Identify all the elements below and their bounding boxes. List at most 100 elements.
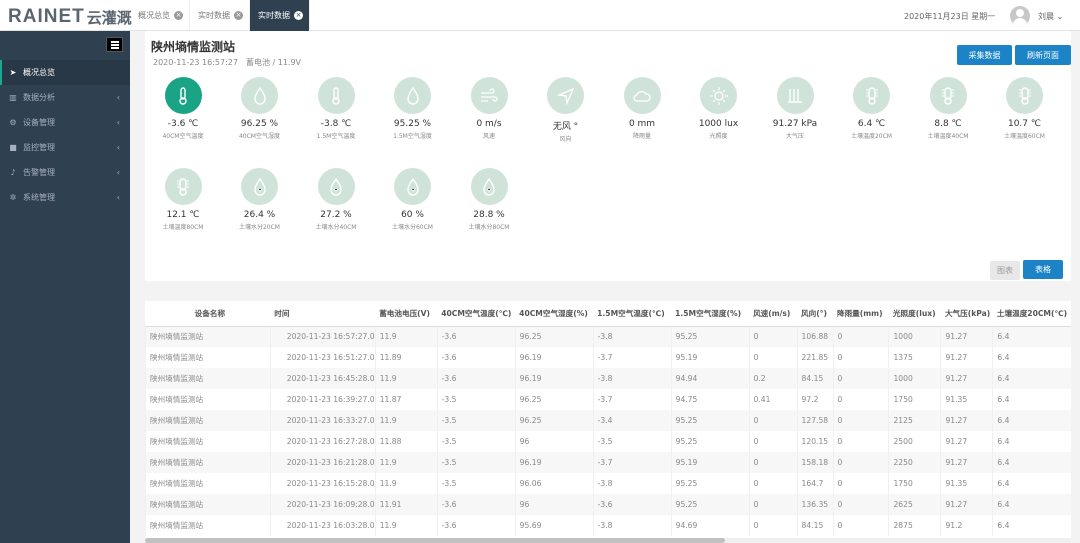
column-header[interactable]: 风速(m/s): [749, 301, 798, 327]
metric-card: 28.8 % 土壤水分80CM: [451, 168, 527, 231]
tab-realtime-1[interactable]: 实时数据 ×: [190, 0, 250, 31]
table-cell: 0: [748, 410, 798, 431]
close-icon[interactable]: ×: [294, 11, 303, 20]
sidebar-item-analysis[interactable]: ▥ 数据分析 ‹: [0, 85, 130, 110]
column-header[interactable]: 风向(°): [797, 301, 833, 327]
column-header[interactable]: 1.5M空气温度(℃): [593, 301, 672, 327]
table-cell: 96: [514, 431, 594, 452]
table-cell: -3.8: [592, 515, 672, 536]
chart-view-button[interactable]: 图表: [990, 261, 1020, 280]
table-row[interactable]: 陕州墒情监测站 2020-11-23 16:33:27.0 11.9 -3.5 96.2…: [145, 410, 1071, 431]
table-cell: 2875: [888, 515, 941, 536]
data-table-container: 设备名称 时间 蓄电池电压(V) 40CM空气温度(℃) 40CM空气湿度(%) 1.5M…: [145, 301, 1071, 543]
tab-overview[interactable]: 概况总览 ×: [130, 0, 190, 31]
table-cell: 2625: [888, 494, 941, 515]
table-cell: -3.5: [436, 389, 516, 410]
avatar[interactable]: [1010, 6, 1030, 26]
table-cell: 95.69: [514, 515, 594, 536]
video-camera-icon: ■: [9, 142, 17, 152]
sidebar-item-label: 概况总览: [23, 68, 55, 77]
column-header[interactable]: 土壤温度20CM(℃): [992, 301, 1071, 327]
column-header[interactable]: 40CM空气湿度(%): [515, 301, 594, 327]
table-row[interactable]: 陕州墒情监测站 2020-11-23 16:09:28.0 11.91 -3.6 96-…: [145, 494, 1071, 515]
chevron-left-icon: ‹: [116, 143, 120, 152]
table-cell: 11.9: [374, 326, 438, 347]
column-header[interactable]: 1.5M空气湿度(%): [671, 301, 750, 327]
table-row[interactable]: 陕州墒情监测站 2020-11-23 16:51:27.0 11.89 -3.6 96.…: [145, 347, 1071, 368]
metric-label: 40CM空气湿度: [238, 133, 280, 140]
soil-moisture-icon: [317, 168, 355, 205]
sidebar-item-alarms[interactable]: ♪ 告警管理 ‹: [0, 160, 130, 185]
tab-label: 实时数据: [198, 11, 230, 20]
metric-label: 1.5M空气湿度: [393, 133, 432, 140]
table-cell: 95.25: [670, 326, 750, 347]
metric-card: 6.4 ℃ 土壤温度20CM: [834, 77, 910, 140]
sidebar-item-monitor[interactable]: ■ 监控管理 ‹: [0, 135, 130, 160]
metric-value: 1000 lux: [698, 119, 739, 129]
metric-label: 土壤水分20CM: [238, 224, 280, 231]
table-cell: 2020-11-23 16:21:28.0: [269, 452, 376, 473]
horizontal-scrollbar[interactable]: [145, 538, 1071, 543]
metric-card: 60 % 土壤水分60CM: [375, 168, 451, 231]
table-row[interactable]: 陕州墒情监测站 2020-11-23 16:45:28.0 11.9 -3.6 96.1…: [145, 368, 1071, 389]
column-header[interactable]: 光照度(lux): [888, 301, 941, 327]
soil-moisture-icon: [394, 168, 431, 205]
table-row[interactable]: 陕州墒情监测站 2020-11-23 16:27:28.0 11.88 -3.5 96-…: [145, 431, 1071, 452]
collect-data-button[interactable]: 采集数据: [957, 45, 1012, 65]
sidebar-item-devices[interactable]: ⚙ 设备管理 ‹: [0, 110, 130, 135]
metric-label: 土壤温度20CM: [850, 133, 892, 140]
table-cell: 95.25: [670, 410, 750, 431]
metric-card: 91.27 kPa 大气压: [757, 77, 833, 140]
table-cell: 96.19: [514, 368, 594, 389]
table-row[interactable]: 陕州墒情监测站 2020-11-23 16:03:28.0 11.9 -3.6 95.6…: [145, 515, 1071, 536]
scrollbar-thumb[interactable]: [145, 538, 725, 543]
table-row[interactable]: 陕州墒情监测站 2020-11-23 16:57:27.0 11.9 -3.6 96.2…: [145, 326, 1071, 347]
table-cell: 6.4: [992, 452, 1071, 473]
table-cell: 0: [748, 431, 798, 452]
table-cell: -3.8: [592, 326, 672, 347]
table-cell: 91.27: [940, 494, 993, 515]
soil-temp-icon: [853, 77, 890, 114]
tab-realtime-2[interactable]: 实时数据 ×: [250, 0, 310, 31]
table-cell: 2020-11-23 16:57:27.0: [269, 326, 376, 347]
table-cell: -3.6: [436, 347, 516, 368]
table-cell: -3.6: [436, 368, 516, 389]
metric-label: 土壤温度80CM: [162, 224, 204, 231]
metric-value: 10.7 ℃: [1007, 119, 1041, 129]
table-cell: 0: [748, 515, 798, 536]
logo-cn-text: 云灌溉: [86, 8, 132, 27]
table-row[interactable]: 陕州墒情监测站 2020-11-23 16:39:27.0 11.87 -3.5 96.…: [145, 389, 1071, 410]
table-row[interactable]: 陕州墒情监测站 2020-11-23 16:21:28.0 11.9 -3.5 96.1…: [145, 452, 1071, 473]
table-cell: 164.7: [796, 473, 833, 494]
table-cell: 95.19: [670, 347, 750, 368]
column-header[interactable]: 大气压(kPa): [940, 301, 993, 327]
refresh-page-button[interactable]: 刷新页面: [1015, 45, 1071, 65]
close-icon[interactable]: ×: [174, 11, 183, 20]
table-cell: -3.5: [436, 431, 516, 452]
table-cell: 91.27: [940, 326, 993, 347]
column-header[interactable]: 40CM空气温度(℃): [437, 301, 516, 327]
metric-label: 1.5M空气温度: [316, 133, 356, 140]
close-icon[interactable]: ×: [234, 11, 243, 20]
sun-icon: [700, 77, 737, 114]
table-row[interactable]: 陕州墒情监测站 2020-11-23 16:15:28.0 11.9 -3.5 96.0…: [145, 473, 1071, 494]
sidebar-item-label: 系统管理: [23, 193, 55, 202]
column-header[interactable]: 时间: [270, 301, 376, 327]
column-header[interactable]: 降雨量(mm): [833, 301, 889, 327]
table-cell: 84.15: [796, 368, 833, 389]
chevron-left-icon: ‹: [116, 93, 120, 102]
metric-value: 27.2 %: [320, 210, 352, 220]
menu-toggle-icon[interactable]: [106, 37, 123, 52]
table-cell: 0.2: [748, 368, 798, 389]
sidebar-item-overview[interactable]: ➤ 概况总览: [0, 60, 130, 85]
column-header[interactable]: 蓄电池电压(V): [375, 301, 438, 327]
table-cell: 0: [748, 326, 798, 347]
metric-value: 28.8 %: [473, 210, 505, 220]
table-cell: 95.25: [670, 473, 750, 494]
column-header[interactable]: 设备名称: [145, 301, 271, 327]
sidebar-item-system[interactable]: ✲ 系统管理 ‹: [0, 185, 130, 210]
table-cell: -3.6: [436, 515, 516, 536]
user-menu[interactable]: 刘晨 ⌄: [1038, 11, 1063, 22]
table-view-button[interactable]: 表格: [1023, 260, 1063, 279]
table-cell: 91.27: [940, 410, 993, 431]
